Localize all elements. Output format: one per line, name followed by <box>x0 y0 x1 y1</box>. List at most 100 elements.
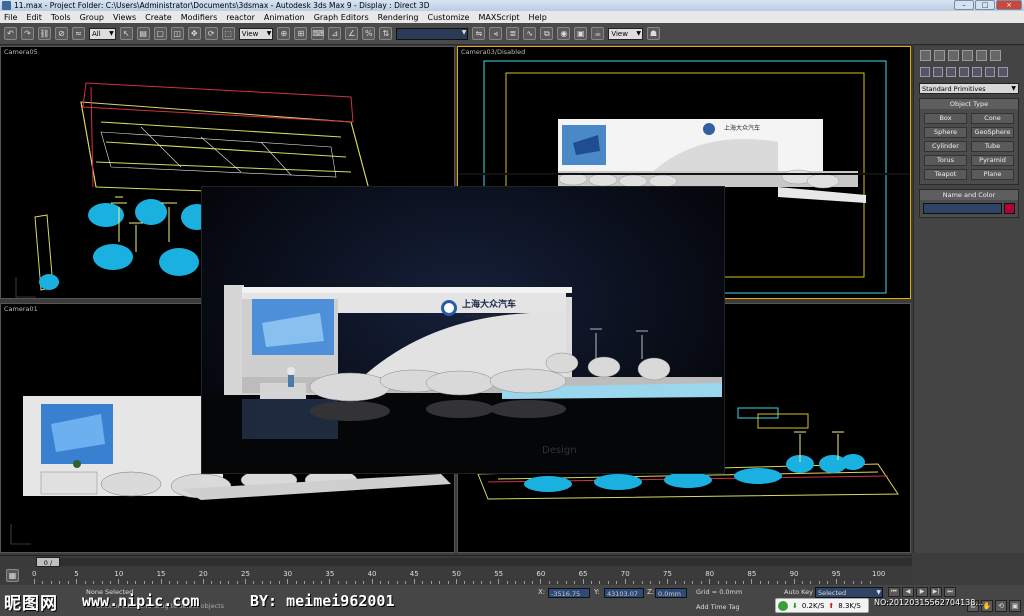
select-object-icon[interactable]: ↖ <box>119 27 133 40</box>
menu-views[interactable]: Views <box>113 13 136 22</box>
link-icon[interactable]: ⛓ <box>38 27 51 40</box>
undo-icon[interactable]: ↶ <box>4 27 17 40</box>
menu-tools[interactable]: Tools <box>51 13 71 22</box>
spinner-snap-icon[interactable]: ⇅ <box>379 27 393 40</box>
menu-edit[interactable]: Edit <box>26 13 42 22</box>
select-by-name-icon[interactable]: ▤ <box>136 27 150 40</box>
render-scene-icon[interactable]: ▣ <box>574 27 588 40</box>
manipulate-icon[interactable]: ⊞ <box>294 27 308 40</box>
window-crossing-icon[interactable]: ◫ <box>170 27 184 40</box>
menu-group[interactable]: Group <box>80 13 104 22</box>
primitive-category-dropdown[interactable]: Standard Primitives <box>919 83 1019 94</box>
go-to-start-icon[interactable]: ⏮ <box>888 587 900 597</box>
snap-toggle-icon[interactable]: ⊿ <box>328 27 342 40</box>
minimize-icon[interactable]: – <box>954 0 974 10</box>
render-sign-small: 上海大众汽车 <box>724 124 760 132</box>
percent-snap-icon[interactable]: % <box>362 27 376 40</box>
scale-icon[interactable]: ⬚ <box>221 27 235 40</box>
geosphere-button[interactable]: GeoSphere <box>971 127 1014 138</box>
angle-snap-icon[interactable]: ∠ <box>345 27 359 40</box>
next-frame-icon[interactable]: ▶| <box>930 587 942 597</box>
render-type-dropdown[interactable]: View <box>608 27 643 40</box>
render-last-icon[interactable]: ☗ <box>646 27 660 40</box>
keyboard-shortcut-icon[interactable]: ⌨ <box>311 27 325 40</box>
hierarchy-tab-icon[interactable] <box>948 50 959 61</box>
material-editor-icon[interactable]: ◉ <box>557 27 571 40</box>
auto-key-button[interactable]: Auto Key <box>784 588 813 596</box>
systems-icon[interactable] <box>998 67 1008 77</box>
move-icon[interactable]: ✥ <box>187 27 201 40</box>
track-bar[interactable]: ▦ 0 5 10 15 20 25 30 35 40 45 50 55 60 65 70 75 80 85 90 95… <box>0 567 912 585</box>
lights-icon[interactable] <box>946 67 956 77</box>
geometry-icon[interactable] <box>920 67 930 77</box>
curve-editor-icon[interactable]: ∿ <box>523 27 537 40</box>
menu-customize[interactable]: Customize <box>427 13 469 22</box>
orbit-icon[interactable]: ⟲ <box>995 600 1007 612</box>
play-icon[interactable]: ▶ <box>916 587 928 597</box>
menu-animation[interactable]: Animation <box>264 13 305 22</box>
unlink-icon[interactable]: ⊘ <box>55 27 68 40</box>
helpers-icon[interactable] <box>972 67 982 77</box>
viewport-label[interactable]: Camera03/Disabled <box>461 48 525 56</box>
pivot-center-icon[interactable]: ⊕ <box>277 27 291 40</box>
z-coord-field[interactable]: 0.0mm <box>655 588 687 598</box>
frame-tick-mark <box>869 581 871 584</box>
menu-graph-editors[interactable]: Graph Editors <box>314 13 369 22</box>
mirror-icon[interactable]: ⇋ <box>472 27 486 40</box>
maximize-viewport-icon[interactable]: ▣ <box>1009 600 1021 612</box>
menu-file[interactable]: File <box>4 13 17 22</box>
viewport-label[interactable]: Camera01 <box>4 305 38 313</box>
menu-rendering[interactable]: Rendering <box>378 13 419 22</box>
sphere-button[interactable]: Sphere <box>924 127 967 138</box>
pyramid-button[interactable]: Pyramid <box>971 155 1014 166</box>
frame-tick-mark <box>844 581 846 584</box>
named-selection-sets-dropdown[interactable] <box>396 27 469 40</box>
object-name-input[interactable] <box>923 203 1002 214</box>
menu-maxscript[interactable]: MAXScript <box>478 13 519 22</box>
cylinder-button[interactable]: Cylinder <box>924 141 967 152</box>
quick-render-icon[interactable]: ☕ <box>591 27 605 40</box>
menu-reactor[interactable]: reactor <box>226 13 255 22</box>
rectangular-selection-icon[interactable]: ▢ <box>153 27 167 40</box>
layer-manager-icon[interactable]: ≣ <box>506 27 520 40</box>
key-filter-dropdown[interactable]: Selected <box>815 587 883 598</box>
bind-space-warp-icon[interactable]: ≈ <box>72 27 85 40</box>
reference-coordinate-dropdown[interactable]: View <box>238 27 274 40</box>
tube-button[interactable]: Tube <box>971 141 1014 152</box>
x-coord-field[interactable]: -3516.75 <box>548 588 590 598</box>
rollout-title[interactable]: Object Type <box>920 99 1018 109</box>
y-coord-field[interactable]: 43103.07 <box>604 588 644 598</box>
close-icon[interactable]: × <box>996 0 1022 10</box>
time-slider[interactable]: 0 / 100 <box>0 555 912 577</box>
plane-button[interactable]: Plane <box>971 169 1014 180</box>
align-icon[interactable]: ⫷ <box>489 27 503 40</box>
time-slider-thumb[interactable]: 0 / 100 <box>36 557 60 577</box>
menu-help[interactable]: Help <box>529 13 547 22</box>
torus-button[interactable]: Torus <box>924 155 967 166</box>
utilities-tab-icon[interactable] <box>990 50 1001 61</box>
viewport-label[interactable]: Camera05 <box>4 48 38 56</box>
maximize-icon[interactable]: □ <box>975 0 995 10</box>
object-color-swatch[interactable] <box>1004 203 1015 214</box>
redo-icon[interactable]: ↷ <box>21 27 34 40</box>
selection-filter-dropdown[interactable]: All <box>89 27 116 40</box>
time-slider-track[interactable] <box>60 558 912 566</box>
box-button[interactable]: Box <box>924 113 967 124</box>
display-tab-icon[interactable] <box>976 50 987 61</box>
modify-tab-icon[interactable] <box>934 50 945 61</box>
space-warps-icon[interactable] <box>985 67 995 77</box>
schematic-view-icon[interactable]: ⧉ <box>540 27 554 40</box>
rotate-icon[interactable]: ⟳ <box>204 27 218 40</box>
rollout-title[interactable]: Name and Color <box>920 190 1018 200</box>
teapot-button[interactable]: Teapot <box>924 169 967 180</box>
add-time-tag-button[interactable]: Add Time Tag <box>696 603 740 611</box>
menu-create[interactable]: Create <box>145 13 172 22</box>
menu-modifiers[interactable]: Modifiers <box>181 13 218 22</box>
motion-tab-icon[interactable] <box>962 50 973 61</box>
cone-button[interactable]: Cone <box>971 113 1014 124</box>
create-tab-icon[interactable] <box>920 50 931 61</box>
previous-frame-icon[interactable]: ◀ <box>902 587 914 597</box>
cameras-icon[interactable] <box>959 67 969 77</box>
go-to-end-icon[interactable]: ⏭ <box>944 587 956 597</box>
shapes-icon[interactable] <box>933 67 943 77</box>
